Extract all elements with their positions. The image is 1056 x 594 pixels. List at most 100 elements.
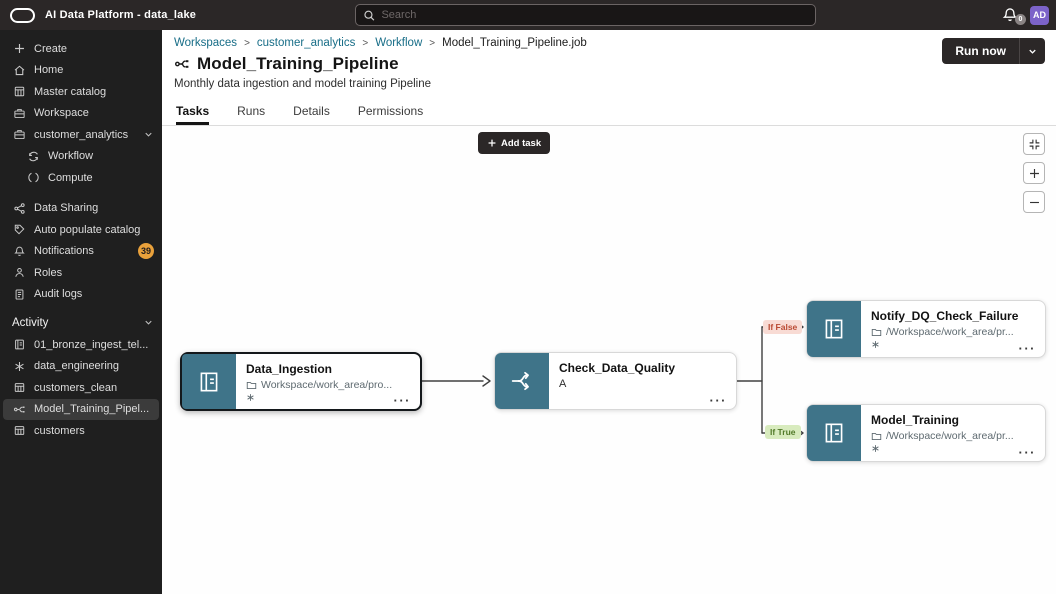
compute-icon xyxy=(26,171,40,185)
task-path: /Workspace/work_area/pr... xyxy=(886,326,1014,338)
sidebar-item-label: customer_analytics xyxy=(34,129,128,141)
sidebar-item-notifications[interactable]: Notifications 39 xyxy=(0,241,162,263)
table-icon xyxy=(12,381,26,395)
pipeline-icon xyxy=(12,402,26,416)
sidebar-item-auto-populate-catalog[interactable]: Auto populate catalog xyxy=(0,219,162,241)
breadcrumb-separator: > xyxy=(429,38,435,49)
edge-label-if-false: If False xyxy=(763,320,802,334)
task-title: Data_Ingestion xyxy=(246,362,410,376)
breadcrumb-separator: > xyxy=(362,38,368,49)
sidebar-item-home[interactable]: Home xyxy=(0,60,162,82)
sidebar-item-label: customers xyxy=(34,425,85,437)
sidebar-item-data-sharing[interactable]: Data Sharing xyxy=(0,198,162,220)
sidebar-item-customers[interactable]: customers xyxy=(0,420,162,442)
document-icon xyxy=(12,287,26,301)
folder-icon xyxy=(871,431,882,442)
minus-icon xyxy=(1028,196,1041,209)
more-menu-icon[interactable]: ··· xyxy=(394,393,412,408)
sidebar-item-label: Compute xyxy=(48,172,93,184)
page-title: Model_Training_Pipeline xyxy=(197,54,399,74)
zoom-in-button[interactable] xyxy=(1023,162,1045,184)
notification-count-badge: 0 xyxy=(1015,14,1026,25)
chevron-down-icon xyxy=(143,129,154,140)
briefcase-icon xyxy=(12,106,26,120)
app-title: AI Data Platform - data_lake xyxy=(45,9,196,21)
task-node-check-data-quality[interactable]: Check_Data_Quality A ··· xyxy=(494,352,737,410)
sidebar-item-01-bronze-ingest[interactable]: 01_bronze_ingest_tel... xyxy=(0,334,162,356)
person-icon xyxy=(12,266,26,280)
plus-icon xyxy=(487,138,497,148)
sidebar-item-workflow[interactable]: Workflow xyxy=(0,146,162,168)
sidebar-item-label: Audit logs xyxy=(34,288,82,300)
more-menu-icon[interactable]: ··· xyxy=(1019,341,1037,356)
sidebar-item-customer-analytics[interactable]: customer_analytics xyxy=(0,124,162,146)
breadcrumb-workspaces[interactable]: Workspaces xyxy=(174,37,237,49)
pipeline-icon xyxy=(174,56,190,72)
main-content: Workspaces > customer_analytics > Workfl… xyxy=(162,30,1056,594)
tab-tasks[interactable]: Tasks xyxy=(176,104,209,125)
sidebar-item-customers-clean[interactable]: customers_clean xyxy=(0,377,162,399)
search-icon xyxy=(363,9,375,22)
task-condition: A xyxy=(559,378,726,390)
add-task-label: Add task xyxy=(501,138,541,149)
home-icon xyxy=(12,63,26,77)
tag-icon xyxy=(12,223,26,237)
zoom-out-button[interactable] xyxy=(1023,191,1045,213)
breadcrumb: Workspaces > customer_analytics > Workfl… xyxy=(174,37,1056,49)
search-bar[interactable] xyxy=(355,4,816,26)
sidebar-item-label: Roles xyxy=(34,267,62,279)
sidebar-item-compute[interactable]: Compute xyxy=(0,167,162,189)
sidebar-item-master-catalog[interactable]: Master catalog xyxy=(0,81,162,103)
notifications-count-badge: 39 xyxy=(138,243,154,259)
chevron-down-icon xyxy=(1027,46,1038,57)
sidebar-item-label: 01_bronze_ingest_tel... xyxy=(34,339,148,351)
sidebar-item-label: Auto populate catalog xyxy=(34,224,140,236)
tab-runs[interactable]: Runs xyxy=(237,104,265,125)
app-logo-icon xyxy=(10,8,35,23)
folder-icon xyxy=(871,327,882,338)
table-icon xyxy=(12,424,26,438)
catalog-icon xyxy=(12,85,26,99)
task-node-data-ingestion[interactable]: Data_Ingestion Workspace/work_area/pro..… xyxy=(180,352,422,411)
run-now-button[interactable]: Run now xyxy=(942,38,1019,64)
breadcrumb-customer-analytics[interactable]: customer_analytics xyxy=(257,37,355,49)
task-title: Model_Training xyxy=(871,413,1035,427)
notebook-task-icon xyxy=(182,354,236,409)
avatar[interactable]: AD xyxy=(1030,6,1049,25)
run-options-dropdown-button[interactable] xyxy=(1020,38,1045,64)
breadcrumb-workflow[interactable]: Workflow xyxy=(375,37,422,49)
sidebar-item-create[interactable]: Create xyxy=(0,38,162,60)
sidebar-item-roles[interactable]: Roles xyxy=(0,262,162,284)
sidebar-item-audit-logs[interactable]: Audit logs xyxy=(0,284,162,306)
canvas-zoom-controls xyxy=(1023,133,1045,213)
sidebar-item-label: Create xyxy=(34,43,67,55)
section-header-label: Activity xyxy=(12,317,48,329)
add-task-button[interactable]: Add task xyxy=(478,132,550,154)
top-bar: AI Data Platform - data_lake 0 AD xyxy=(0,0,1056,30)
task-title: Notify_DQ_Check_Failure xyxy=(871,309,1035,323)
search-input[interactable] xyxy=(381,9,808,21)
edge-label-if-true: If True xyxy=(765,425,801,439)
more-menu-icon[interactable]: ··· xyxy=(1019,445,1037,460)
sidebar-item-model-training-pipeline[interactable]: Model_Training_Pipel... xyxy=(3,399,159,421)
sidebar-item-label: customers_clean xyxy=(34,382,117,394)
tab-permissions[interactable]: Permissions xyxy=(358,104,423,125)
fit-icon xyxy=(1028,138,1041,151)
plus-icon xyxy=(1028,167,1041,180)
sidebar-item-data-engineering[interactable]: data_engineering xyxy=(0,356,162,378)
pipeline-canvas[interactable]: Add task Data_Ingestion Workspace/work_a… xyxy=(162,126,1056,594)
fit-to-screen-button[interactable] xyxy=(1023,133,1045,155)
tab-details[interactable]: Details xyxy=(293,104,330,125)
task-node-model-training[interactable]: Model_Training /Workspace/work_area/pr..… xyxy=(806,404,1046,462)
task-node-notify-dq-check-failure[interactable]: Notify_DQ_Check_Failure /Workspace/work_… xyxy=(806,300,1046,358)
folder-icon xyxy=(246,380,257,391)
notifications-bell-button[interactable]: 0 xyxy=(1001,6,1019,24)
task-path: Workspace/work_area/pro... xyxy=(261,379,392,391)
briefcase-icon xyxy=(12,128,26,142)
breadcrumb-separator: > xyxy=(244,38,250,49)
sidebar-item-workspace[interactable]: Workspace xyxy=(0,103,162,125)
share-icon xyxy=(12,201,26,215)
bell-icon xyxy=(12,244,26,258)
more-menu-icon[interactable]: ··· xyxy=(710,393,728,408)
sidebar-section-activity[interactable]: Activity xyxy=(0,311,162,334)
